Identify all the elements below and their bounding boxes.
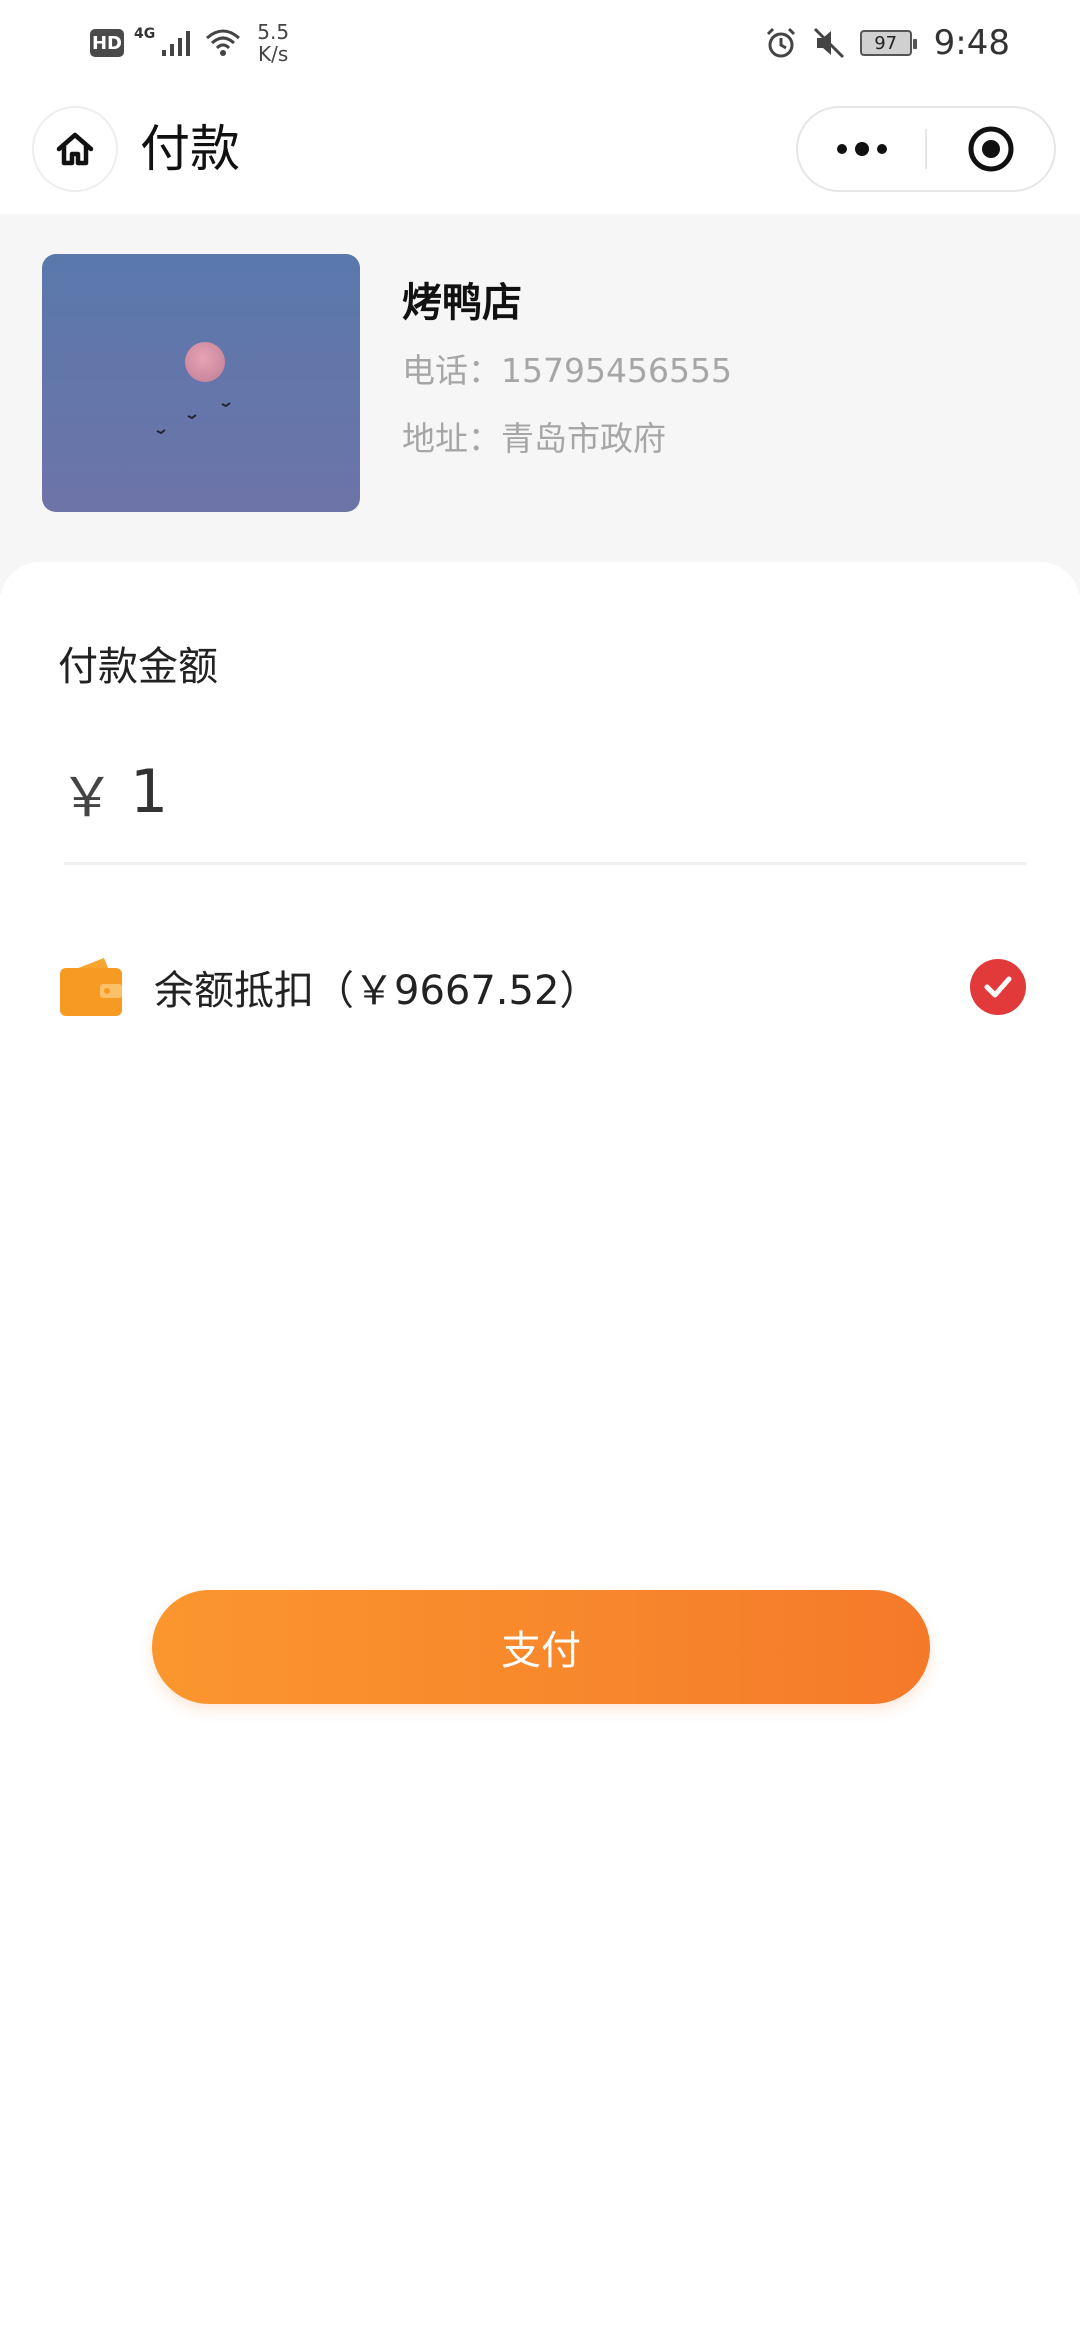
speed-unit: K/s [258,42,289,66]
page-title: 付款 [140,120,240,178]
wallet-icon [56,952,126,1022]
hd-badge: HD [90,29,124,57]
moon-sky-image [42,254,360,512]
home-icon [56,132,94,166]
target-icon [968,126,1013,172]
shop-header: 烤鸭店 电话：15795456555 地址：青岛市政府 [0,214,1080,594]
speed-value: 5.5 [257,20,290,44]
balance-deduction-label: 余额抵扣（￥9667.52） [154,968,600,1014]
pay-button[interactable]: 支付 [152,1590,930,1704]
status-right: 97 9:48 [764,18,1010,68]
payment-card: 付款金额 ￥ 余额抵扣（￥9667.52） [0,562,1080,2340]
battery-indicator: 97 [859,30,917,56]
alarm-icon [766,27,795,58]
close-miniapp-button[interactable] [927,108,1054,190]
shop-name: 烤鸭店 [402,280,522,326]
more-dots-icon [836,142,887,156]
menu-capsule [796,106,1056,192]
status-bar: HD 4G 5.5 K/s 97 9:48 [0,0,1080,86]
shop-image [42,254,360,512]
amount-row: ￥ [60,752,930,832]
clock: 9:48 [933,23,1010,63]
mute-icon [813,27,844,59]
amount-label: 付款金额 [58,644,218,690]
signal-icon [162,31,191,56]
amount-underline [64,862,1026,865]
check-icon[interactable] [970,959,1026,1015]
wifi-icon [206,29,241,56]
status-left: HD 4G 5.5 K/s [90,18,289,68]
balance-deduction-row[interactable]: 余额抵扣（￥9667.52） [56,942,1026,1032]
network-type: 4G [134,26,156,42]
network-speed: 5.5 K/s [257,21,289,65]
shop-address: 地址：青岛市政府 [402,419,666,458]
currency-symbol: ￥ [60,765,114,829]
title-bar: 付款 [0,86,1080,214]
more-button[interactable] [798,108,925,190]
shop-phone[interactable]: 电话：15795456555 [402,344,732,392]
amount-input[interactable] [130,757,930,827]
home-button[interactable] [32,106,118,192]
